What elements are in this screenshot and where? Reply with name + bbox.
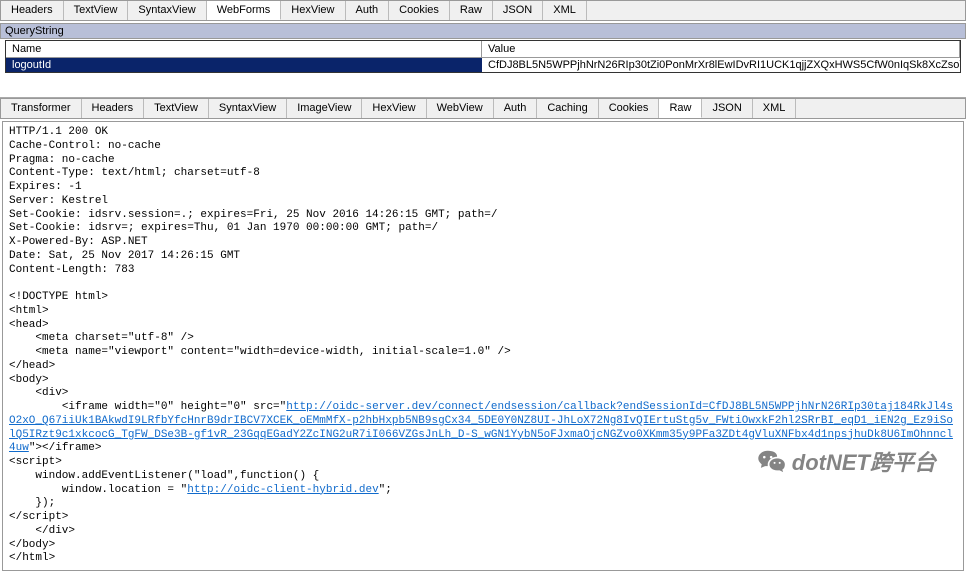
- col-name[interactable]: Name: [6, 41, 482, 58]
- watermark-text: dotNET跨平台: [792, 445, 936, 477]
- tab-caching[interactable]: Caching: [537, 99, 598, 118]
- table-row[interactable]: logoutId CfDJ8BL5N5WPPjhNrN26RIp30tZi0Po…: [6, 58, 960, 72]
- redirect-link[interactable]: http://oidc-client-hybrid.dev: [187, 484, 378, 496]
- tab-auth[interactable]: Auth: [494, 99, 538, 118]
- wechat-icon: [758, 449, 786, 473]
- tab-raw[interactable]: Raw: [659, 99, 702, 118]
- tab-json[interactable]: JSON: [493, 1, 543, 20]
- querystring-label: QueryString: [0, 23, 966, 39]
- tab-headers[interactable]: Headers: [82, 99, 145, 118]
- watermark: dotNET跨平台: [758, 445, 936, 477]
- tab-auth[interactable]: Auth: [346, 1, 390, 20]
- tab-raw[interactable]: Raw: [450, 1, 493, 20]
- response-tabs: TransformerHeadersTextViewSyntaxViewImag…: [0, 98, 966, 119]
- tab-webforms[interactable]: WebForms: [207, 1, 282, 20]
- tab-cookies[interactable]: Cookies: [599, 99, 660, 118]
- tab-headers[interactable]: Headers: [1, 1, 64, 20]
- tab-xml[interactable]: XML: [753, 99, 797, 118]
- querystring-grid: Name Value logoutId CfDJ8BL5N5WPPjhNrN26…: [5, 40, 961, 73]
- cell-value: CfDJ8BL5N5WPPjhNrN26RIp30tZi0PonMrXr8lEw…: [482, 58, 960, 72]
- request-tabs: HeadersTextViewSyntaxViewWebFormsHexView…: [0, 0, 966, 21]
- raw-response[interactable]: HTTP/1.1 200 OK Cache-Control: no-cache …: [2, 121, 964, 571]
- tab-transformer[interactable]: Transformer: [1, 99, 82, 118]
- tab-imageview[interactable]: ImageView: [287, 99, 362, 118]
- tab-hexview[interactable]: HexView: [362, 99, 426, 118]
- cell-name: logoutId: [6, 58, 482, 72]
- tab-textview[interactable]: TextView: [144, 99, 209, 118]
- col-value[interactable]: Value: [482, 41, 960, 58]
- tab-textview[interactable]: TextView: [64, 1, 129, 20]
- tab-hexview[interactable]: HexView: [281, 1, 345, 20]
- tab-webview[interactable]: WebView: [427, 99, 494, 118]
- tab-syntaxview[interactable]: SyntaxView: [128, 1, 206, 20]
- tab-xml[interactable]: XML: [543, 1, 587, 20]
- tab-json[interactable]: JSON: [702, 99, 752, 118]
- tab-cookies[interactable]: Cookies: [389, 1, 450, 20]
- tab-syntaxview[interactable]: SyntaxView: [209, 99, 287, 118]
